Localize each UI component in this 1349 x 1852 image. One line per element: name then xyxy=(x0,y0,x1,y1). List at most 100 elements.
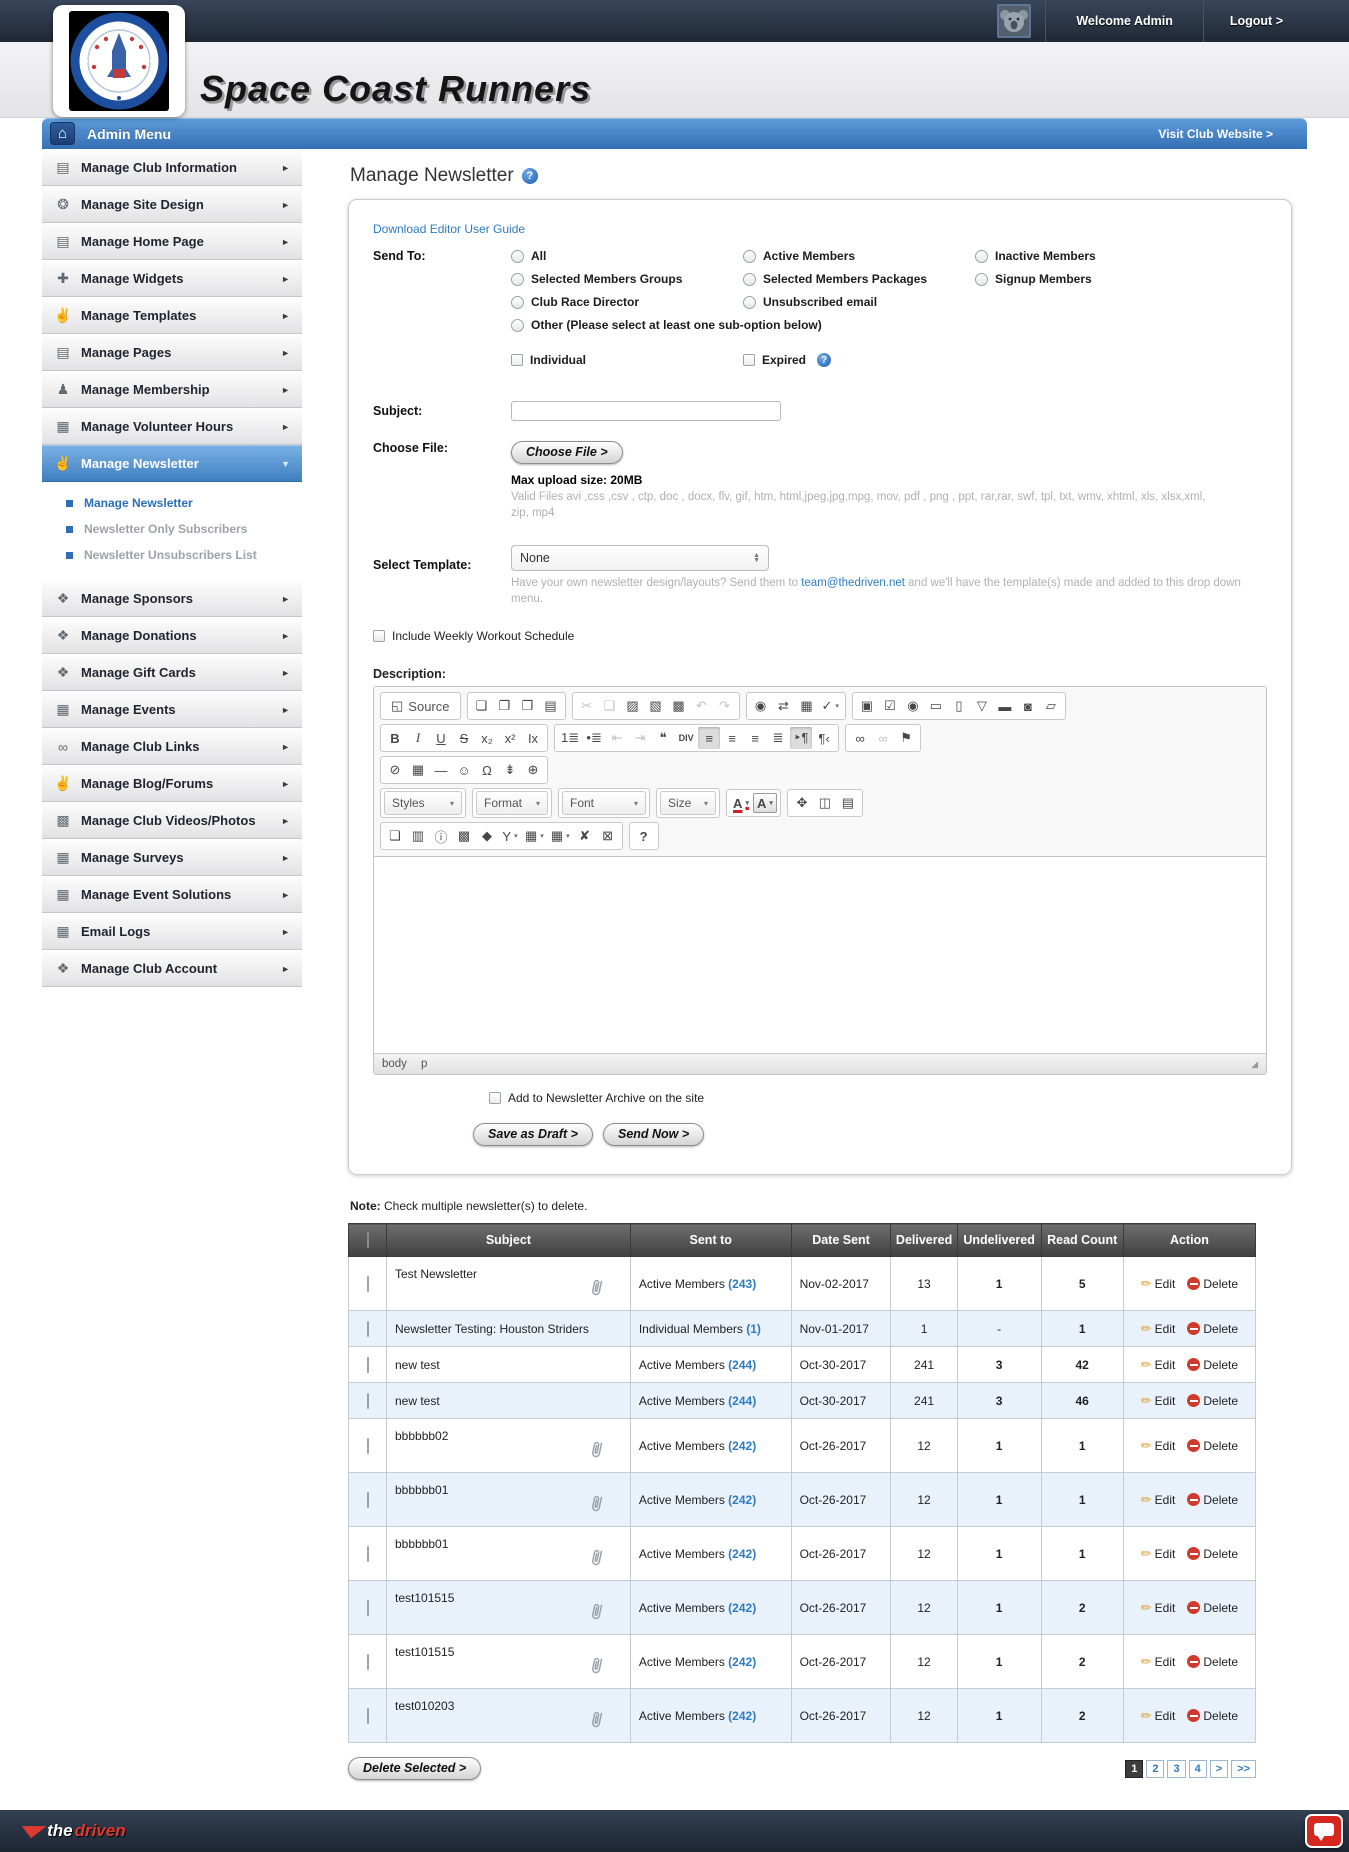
radio-selected-members-packages[interactable]: Selected Members Packages xyxy=(743,272,975,286)
sidebar-item-manage-newsletter[interactable]: ✌Manage Newsletter▼ xyxy=(42,445,302,482)
editor-btn-align-center[interactable]: ≡ xyxy=(721,727,743,749)
resize-handle-icon[interactable]: ◢ xyxy=(1251,1059,1258,1070)
editor-btn-italic[interactable]: I xyxy=(407,727,429,749)
delete-button[interactable]: Delete xyxy=(1187,1601,1238,1615)
sent-to-count-link[interactable]: (1) xyxy=(746,1322,761,1336)
row-checkbox[interactable] xyxy=(367,1438,369,1454)
editor-btn-preview-blocks[interactable]: ▤ xyxy=(837,792,859,814)
sidebar-item-manage-membership[interactable]: ♟Manage Membership► xyxy=(42,371,302,408)
editor-btn-redo[interactable]: ↷ xyxy=(714,695,736,717)
sidebar-item-manage-blog-forums[interactable]: ✌Manage Blog/Forums► xyxy=(42,765,302,802)
editor-btn-hidden-field[interactable]: ▱ xyxy=(1040,695,1062,717)
delete-button[interactable]: Delete xyxy=(1187,1358,1238,1372)
edit-button[interactable]: ✏Edit xyxy=(1141,1357,1176,1373)
row-checkbox[interactable] xyxy=(367,1357,369,1373)
row-checkbox[interactable] xyxy=(367,1546,369,1562)
editor-select-styles[interactable]: Styles▾ xyxy=(384,791,462,815)
editor-btn-show-blocks[interactable]: ◫ xyxy=(814,792,836,814)
editor-btn-special-char[interactable]: Ω xyxy=(476,759,498,781)
download-editor-guide-link[interactable]: Download Editor User Guide xyxy=(373,222,525,236)
archive-checkbox[interactable]: Add to Newsletter Archive on the site xyxy=(489,1091,1267,1105)
editor-btn-blockquote[interactable]: ❝ xyxy=(652,727,674,749)
sidebar-subitem-newsletter-only-subscribers[interactable]: Newsletter Only Subscribers xyxy=(42,516,302,542)
sidebar-item-email-logs[interactable]: ▦Email Logs► xyxy=(42,913,302,950)
sidebar-item-manage-club-information[interactable]: ▤Manage Club Information► xyxy=(42,149,302,186)
sidebar-item-manage-events[interactable]: ▦Manage Events► xyxy=(42,691,302,728)
editor-btn-spell-check[interactable]: ✓▾ xyxy=(819,695,842,717)
editor-btn-insert-table[interactable]: ▦ xyxy=(407,759,429,781)
editor-btn-templates[interactable]: ▤ xyxy=(540,695,562,717)
editor-btn-align-justify[interactable]: ≣ xyxy=(767,727,789,749)
editor-btn-div-container[interactable]: DIV xyxy=(675,727,697,749)
sidebar-subitem-newsletter-unsubscribers-list[interactable]: Newsletter Unsubscribers List xyxy=(42,542,302,568)
template-email-link[interactable]: team@thedriven.net xyxy=(801,577,905,589)
sidebar-item-manage-sponsors[interactable]: ❖Manage Sponsors► xyxy=(42,580,302,617)
sidebar-item-manage-club-links[interactable]: ∞Manage Club Links► xyxy=(42,728,302,765)
editor-btn-select-all[interactable]: ▦ xyxy=(796,695,818,717)
home-icon[interactable]: ⌂ xyxy=(50,122,75,145)
sidebar-item-manage-home-page[interactable]: ▤Manage Home Page► xyxy=(42,223,302,260)
sent-to-count-link[interactable]: (244) xyxy=(728,1394,756,1408)
editor-btn-smiley[interactable]: ☺ xyxy=(453,759,475,781)
editor-btn-preview[interactable]: ❐ xyxy=(494,695,516,717)
editor-btn-strikethrough[interactable]: S xyxy=(453,727,475,749)
checkbox-expired[interactable]: Expired? xyxy=(743,353,975,367)
edit-button[interactable]: ✏Edit xyxy=(1141,1492,1176,1508)
editor-btn-undo[interactable]: ↶ xyxy=(691,695,713,717)
delete-button[interactable]: Delete xyxy=(1187,1439,1238,1453)
logout-link[interactable]: Logout > xyxy=(1204,14,1309,28)
editor-btn-drinks[interactable]: Y▾ xyxy=(499,825,521,847)
editor-btn-form[interactable]: ▣ xyxy=(856,695,878,717)
editor-body[interactable] xyxy=(374,857,1266,1053)
radio-signup-members[interactable]: Signup Members xyxy=(975,272,1267,286)
editor-btn-delete-item[interactable]: ✘ xyxy=(574,825,596,847)
sent-to-count-link[interactable]: (242) xyxy=(728,1493,756,1507)
editor-btn-align-right[interactable]: ≡ xyxy=(744,727,766,749)
element-path-body[interactable]: body xyxy=(382,1058,407,1070)
sent-to-count-link[interactable]: (242) xyxy=(728,1439,756,1453)
include-weekly-workout-checkbox[interactable]: Include Weekly Workout Schedule xyxy=(373,629,1267,643)
row-checkbox[interactable] xyxy=(367,1492,369,1508)
editor-btn-indent[interactable]: ⇥ xyxy=(629,727,651,749)
delete-button[interactable]: Delete xyxy=(1187,1709,1238,1723)
sent-to-count-link[interactable]: (242) xyxy=(728,1709,756,1723)
editor-btn-copy[interactable]: ❏ xyxy=(599,695,621,717)
sidebar-item-manage-surveys[interactable]: ▦Manage Surveys► xyxy=(42,839,302,876)
help-icon[interactable]: ? xyxy=(522,168,538,184)
editor-btn-underline[interactable]: U xyxy=(430,727,452,749)
editor-btn-new-page[interactable]: ❏ xyxy=(471,695,493,717)
editor-btn-bold[interactable]: B xyxy=(384,727,406,749)
sidebar-item-manage-volunteer-hours[interactable]: ▦Manage Volunteer Hours► xyxy=(42,408,302,445)
visit-club-website-link[interactable]: Visit Club Website > xyxy=(1158,127,1273,141)
row-checkbox[interactable] xyxy=(367,1708,369,1724)
page-1[interactable]: 1 xyxy=(1125,1760,1143,1778)
editor-btn-align-left[interactable]: ≡ xyxy=(698,727,720,749)
expired-help-icon[interactable]: ? xyxy=(817,353,831,367)
template-select[interactable]: None ▲▼ xyxy=(511,545,769,571)
page-next[interactable]: > xyxy=(1210,1760,1228,1778)
row-checkbox[interactable] xyxy=(367,1321,369,1337)
edit-button[interactable]: ✏Edit xyxy=(1141,1393,1176,1409)
sent-to-count-link[interactable]: (242) xyxy=(728,1601,756,1615)
editor-btn-bulleted-list[interactable]: •≣ xyxy=(583,727,605,749)
radio-inactive-members[interactable]: Inactive Members xyxy=(975,249,1267,263)
element-path-p[interactable]: p xyxy=(421,1058,427,1070)
radio-club-race-director[interactable]: Club Race Director xyxy=(511,295,743,309)
radio-other-please-select-at-least-one-sub-option-below[interactable]: Other (Please select at least one sub-op… xyxy=(511,318,1267,332)
sent-to-count-link[interactable]: (243) xyxy=(728,1277,756,1291)
editor-btn-paste[interactable]: ▨ xyxy=(622,695,644,717)
row-checkbox[interactable] xyxy=(367,1600,369,1616)
sidebar-item-manage-site-design[interactable]: ❂Manage Site Design► xyxy=(42,186,302,223)
editor-btn-radio-field[interactable]: ◉ xyxy=(902,695,924,717)
delete-selected-button[interactable]: Delete Selected > xyxy=(348,1757,481,1780)
editor-select-size[interactable]: Size▾ xyxy=(660,791,716,815)
editor-btn-slideshow[interactable]: ❏ xyxy=(384,825,406,847)
sidebar-item-manage-pages[interactable]: ▤Manage Pages► xyxy=(42,334,302,371)
radio-unsubscribed-email[interactable]: Unsubscribed email xyxy=(743,295,975,309)
sent-to-count-link[interactable]: (242) xyxy=(728,1655,756,1669)
editor-btn-help[interactable]: ? xyxy=(633,825,655,847)
row-checkbox[interactable] xyxy=(367,1276,369,1292)
delete-button[interactable]: Delete xyxy=(1187,1493,1238,1507)
select-all-checkbox[interactable] xyxy=(367,1232,369,1248)
editor-btn-iframe[interactable]: ⊕ xyxy=(522,759,544,781)
